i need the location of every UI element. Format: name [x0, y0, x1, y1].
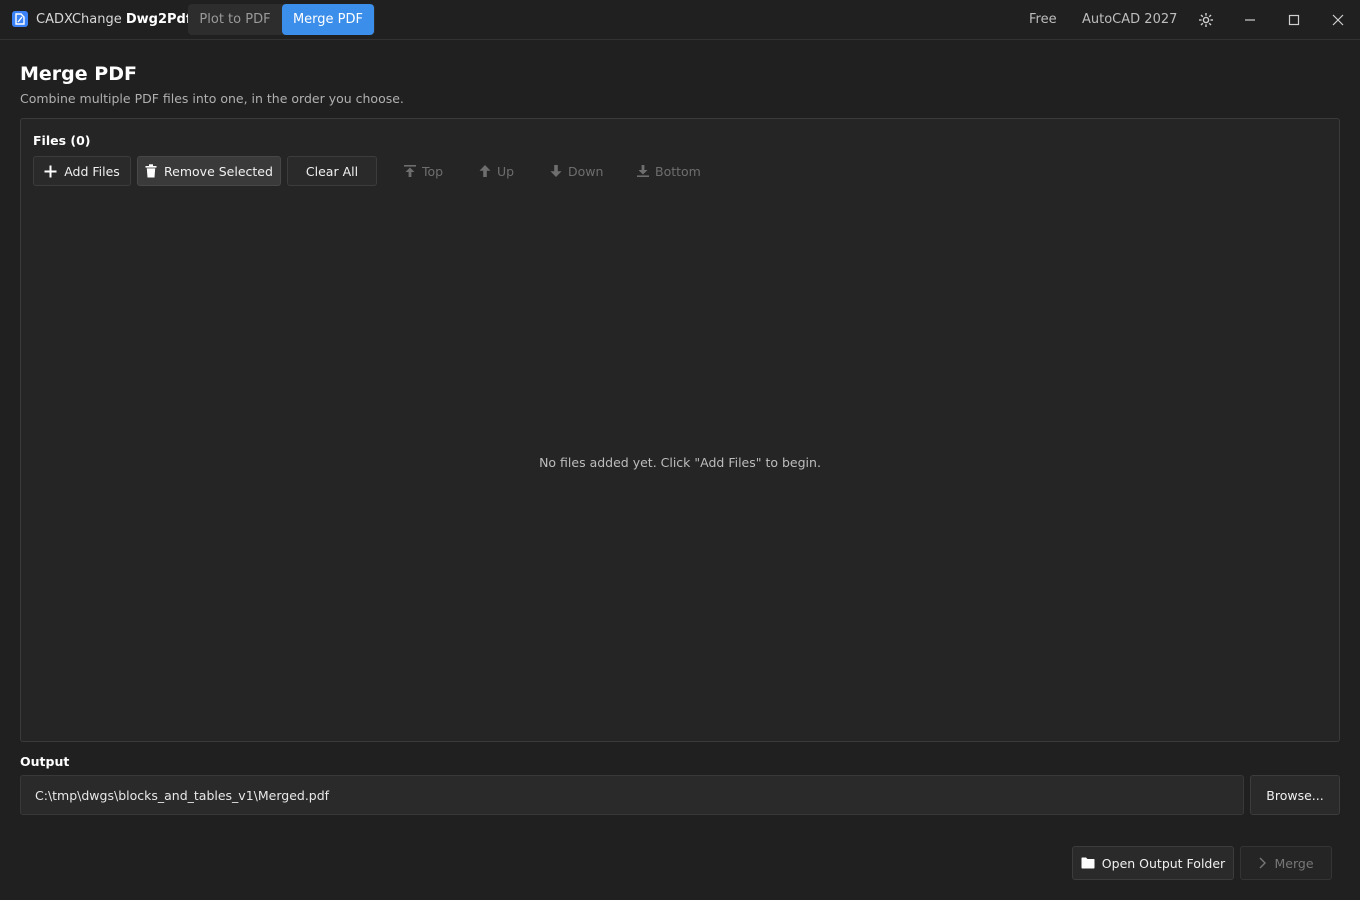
app-product: Dwg2Pdf [125, 12, 192, 27]
tab-plot-to-pdf[interactable]: Plot to PDF [188, 4, 282, 35]
arrow-up-icon [478, 164, 492, 178]
output-label: Output [20, 754, 70, 769]
page-title: Merge PDF [20, 63, 137, 85]
move-top-button[interactable]: Top [403, 156, 443, 186]
sun-icon [1198, 12, 1214, 28]
page-subtitle: Combine multiple PDF files into one, in … [20, 91, 404, 106]
trash-icon [145, 164, 157, 178]
tab-merge-pdf[interactable]: Merge PDF [282, 4, 374, 35]
browse-label: Browse... [1266, 787, 1324, 803]
move-bottom-label: Bottom [655, 163, 701, 179]
add-files-button[interactable]: Add Files [33, 156, 131, 186]
minimize-button[interactable] [1238, 8, 1262, 32]
files-count-label: Files (0) [33, 133, 91, 148]
open-output-folder-label: Open Output Folder [1101, 855, 1226, 871]
output-path-input[interactable] [20, 775, 1244, 815]
add-files-label: Add Files [64, 163, 120, 179]
app-logo-icon [12, 11, 28, 27]
move-top-label: Top [422, 163, 444, 179]
app-title: CADXChange Dwg2Pdf [36, 12, 192, 27]
title-bar: CADXChange Dwg2Pdf Plot to PDF Merge PDF… [0, 0, 1360, 40]
theme-toggle-button[interactable] [1194, 8, 1218, 32]
move-down-button[interactable]: Down [549, 156, 603, 186]
clear-all-button[interactable]: Clear All [287, 156, 377, 186]
folder-icon [1081, 857, 1095, 869]
maximize-icon [1288, 14, 1300, 26]
move-bottom-button[interactable]: Bottom [636, 156, 701, 186]
chevron-right-icon [1258, 857, 1267, 869]
empty-list-message: No files added yet. Click "Add Files" to… [539, 455, 821, 470]
app-name: CADXChange [36, 12, 122, 27]
browse-button[interactable]: Browse... [1250, 775, 1340, 815]
move-up-button[interactable]: Up [478, 156, 514, 186]
remove-selected-button[interactable]: Remove Selected [137, 156, 281, 186]
merge-button[interactable]: Merge [1240, 846, 1332, 880]
merge-label: Merge [1274, 855, 1314, 871]
autocad-version-selector[interactable]: AutoCAD 2027 [1082, 12, 1177, 27]
plus-icon [44, 165, 57, 178]
arrow-to-top-icon [403, 164, 417, 178]
close-icon [1332, 14, 1344, 26]
arrow-to-bottom-icon [636, 164, 650, 178]
mode-tabs: Plot to PDF Merge PDF [188, 4, 375, 35]
clear-all-label: Clear All [305, 163, 359, 179]
close-button[interactable] [1326, 8, 1350, 32]
maximize-button[interactable] [1282, 8, 1306, 32]
move-up-label: Up [497, 163, 515, 179]
move-down-label: Down [568, 163, 604, 179]
files-panel: Files (0) Add Files Remove Selected Clea… [20, 118, 1340, 742]
license-label: Free [1029, 12, 1057, 27]
remove-selected-label: Remove Selected [164, 163, 273, 179]
minimize-icon [1244, 14, 1256, 26]
arrow-down-icon [549, 164, 563, 178]
open-output-folder-button[interactable]: Open Output Folder [1072, 846, 1234, 880]
